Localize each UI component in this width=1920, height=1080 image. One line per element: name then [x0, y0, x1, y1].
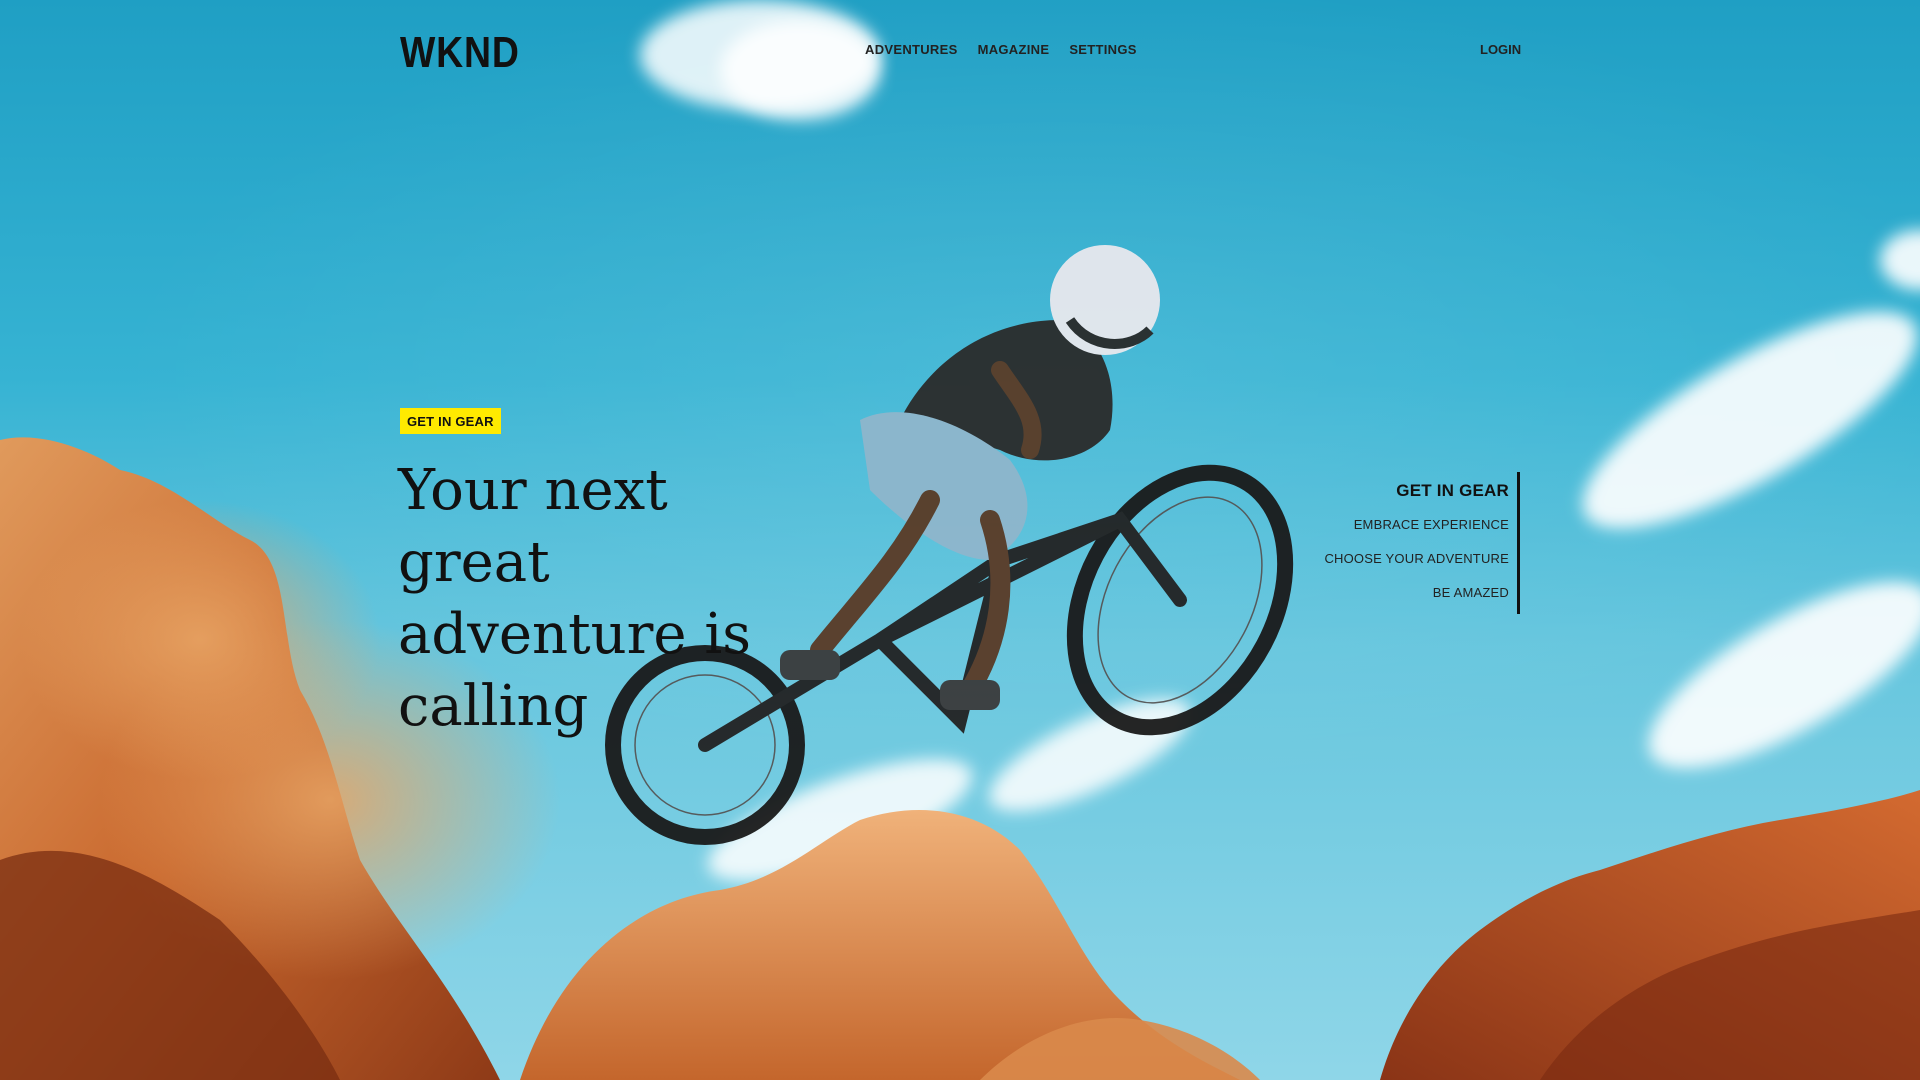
- carousel-item-get-in-gear[interactable]: GET IN GEAR: [1324, 474, 1509, 508]
- carousel-item-choose-your-adventure[interactable]: CHOOSE YOUR ADVENTURE: [1324, 542, 1509, 576]
- login-link[interactable]: LOGIN: [1480, 42, 1521, 57]
- hero-section: WKND ADVENTURES MAGAZINE SETTINGS LOGIN …: [0, 0, 1920, 1080]
- site-logo[interactable]: WKND: [400, 28, 520, 78]
- nav-item-magazine[interactable]: MAGAZINE: [978, 42, 1050, 57]
- nav-item-settings[interactable]: SETTINGS: [1069, 42, 1136, 57]
- carousel-item-be-amazed[interactable]: BE AMAZED: [1324, 576, 1509, 610]
- hero-headline: Your next great adventure is calling: [398, 458, 752, 739]
- carousel-indicators: GET IN GEAR EMBRACE EXPERIENCE CHOOSE YO…: [1324, 472, 1520, 614]
- nav-item-adventures[interactable]: ADVENTURES: [865, 42, 958, 57]
- hero-image: [0, 245, 1920, 1080]
- carousel-item-embrace-experience[interactable]: EMBRACE EXPERIENCE: [1324, 508, 1509, 542]
- category-badge: GET IN GEAR: [400, 408, 501, 434]
- main-nav: ADVENTURES MAGAZINE SETTINGS: [865, 42, 1137, 57]
